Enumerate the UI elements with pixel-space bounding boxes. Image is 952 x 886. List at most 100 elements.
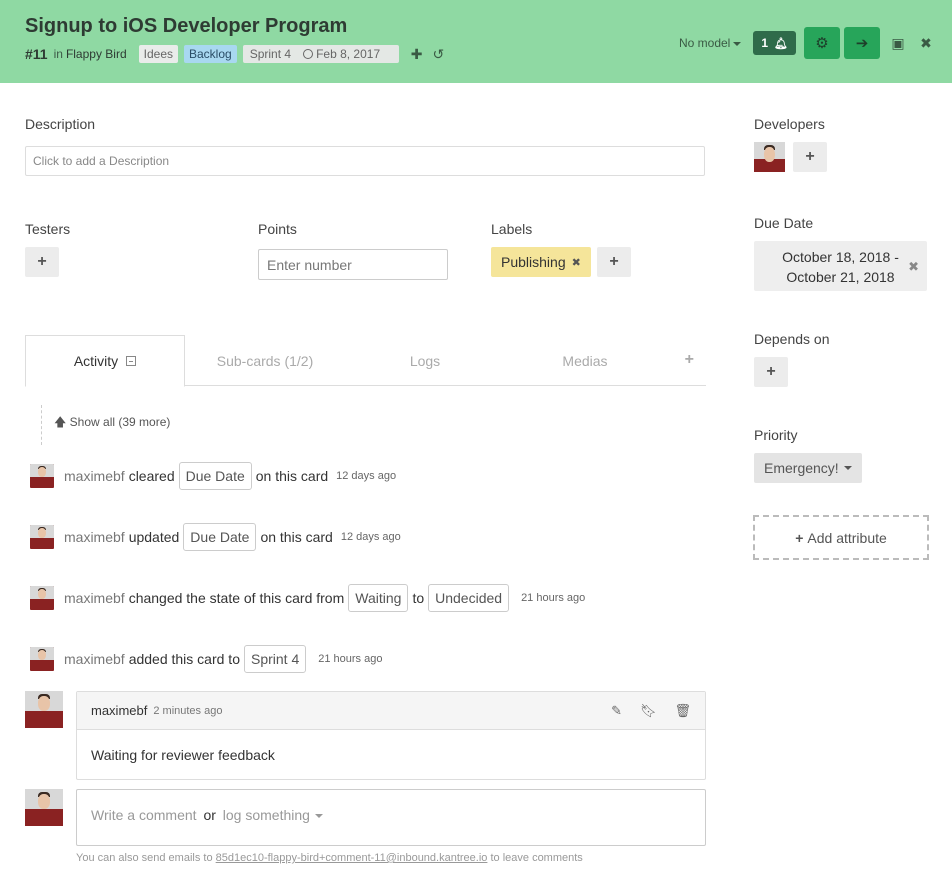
tab-activity[interactable]: Activity	[25, 335, 185, 387]
developers-label: Developers	[754, 116, 825, 132]
tab-subcards[interactable]: Sub-cards (1/2)	[185, 335, 345, 386]
activity-verb: cleared	[128, 468, 175, 484]
activity-user[interactable]: maximebf	[64, 468, 125, 484]
priority-label: Priority	[754, 427, 798, 443]
log-something-link[interactable]: log something	[223, 807, 310, 823]
due-date-label: Due Date	[754, 215, 814, 231]
card-title[interactable]: Signup to iOS Developer Program	[25, 15, 347, 38]
activity-chip: Sprint 4	[243, 645, 307, 673]
priority-value: Emergency!	[764, 460, 839, 476]
chevron-down-icon	[314, 814, 323, 819]
avatar[interactable]	[30, 586, 54, 610]
comment-header: maximebf 2 minutes ago ✎ 🔖︎ 🗑︎	[77, 692, 705, 730]
comment: maximebf 2 minutes ago ✎ 🔖︎ 🗑︎ Waiting f…	[76, 691, 706, 780]
add-dependency-button[interactable]: +	[754, 357, 788, 387]
plus-icon: +	[37, 253, 47, 270]
testers-label: Testers	[25, 221, 71, 237]
chevron-down-icon	[733, 41, 742, 46]
activity-item: maximebf changed the state of this card …	[30, 583, 585, 613]
bookmark-icon[interactable]: 🔖︎	[640, 703, 657, 719]
join-button[interactable]: ➔	[844, 27, 880, 59]
activity-time: 21 hours ago	[318, 653, 383, 665]
email-hint: You can also send emails to 85d1ec10-fla…	[76, 852, 583, 864]
avatar[interactable]	[30, 525, 54, 549]
activity-chip: Due Date	[183, 523, 257, 551]
activity-user[interactable]: maximebf	[64, 590, 125, 606]
remove-label-icon[interactable]: ✖	[572, 256, 581, 269]
activity-user[interactable]: maximebf	[64, 651, 125, 667]
trash-icon[interactable]: 🗑︎	[674, 703, 691, 719]
notifications-button[interactable]: 1 🔔︎	[753, 31, 796, 55]
close-button[interactable]: ✖	[912, 27, 940, 59]
settings-button[interactable]: ⚙	[804, 27, 840, 59]
gear-icon: ⚙	[815, 35, 829, 52]
card-meta: #11 in Flappy Bird Idees Backlog Sprint …	[25, 44, 444, 64]
history-icon[interactable]: ↺	[432, 46, 444, 63]
add-label-button[interactable]: +	[597, 247, 631, 277]
add-developer-button[interactable]: +	[793, 142, 827, 172]
tag-backlog[interactable]: Backlog	[184, 45, 237, 63]
priority-select[interactable]: Emergency!	[754, 453, 862, 483]
activity-verb: updated	[128, 529, 180, 545]
comment-tools: ✎ 🔖︎ 🗑︎	[611, 703, 691, 719]
sprint-date-box[interactable]: Sprint 4 Feb 8, 2017	[242, 45, 399, 63]
activity-user[interactable]: maximebf	[64, 529, 125, 545]
tab-medias[interactable]: Medias	[505, 335, 665, 386]
activity-item: maximebf added this card to Sprint 4 21 …	[30, 644, 382, 674]
depends-on-label: Depends on	[754, 331, 830, 347]
project-link[interactable]: Flappy Bird	[66, 47, 127, 61]
comment-user[interactable]: maximebf	[91, 703, 147, 718]
card-tabs: Activity Sub-cards (1/2) Logs Medias +	[25, 335, 706, 387]
tab-logs[interactable]: Logs	[345, 335, 505, 386]
activity-chip: Undecided	[428, 584, 510, 612]
tab-activity-label: Activity	[73, 353, 119, 369]
add-attribute-label: Add attribute	[807, 529, 887, 546]
activity-verb: changed the state of this card from	[128, 590, 345, 606]
description-label: Description	[25, 116, 96, 132]
points-input[interactable]: Enter number	[258, 249, 448, 280]
inbound-email-link[interactable]: 85d1ec10-flappy-bird+comment-11@inbound.…	[216, 852, 488, 864]
add-tab-icon[interactable]: +	[685, 351, 694, 369]
activity-item: maximebf updated Due Date on this card 1…	[30, 522, 401, 552]
activity-time: 12 days ago	[336, 470, 397, 482]
avatar[interactable]	[30, 464, 54, 488]
comment-composer[interactable]: Write a comment or log something	[76, 789, 706, 846]
plus-icon: +	[795, 529, 804, 546]
close-icon: ✖	[920, 34, 932, 51]
model-select[interactable]: No model	[679, 36, 742, 50]
card-number: #11	[25, 46, 48, 62]
activity-chip: Due Date	[178, 462, 252, 490]
chevron-down-icon	[843, 466, 852, 470]
add-attribute-button[interactable]: + Add attribute	[753, 515, 929, 560]
points-label: Points	[258, 221, 297, 237]
write-comment-link[interactable]: Write a comment	[91, 807, 197, 823]
developer-avatar[interactable]	[754, 142, 785, 172]
activity-rest: on this card	[260, 529, 333, 545]
activity-item: maximebf cleared Due Date on this card 1…	[30, 461, 396, 491]
bell-icon: 🔔︎	[774, 37, 788, 50]
notification-count: 1	[761, 36, 769, 50]
activity-rest: on this card	[255, 468, 329, 484]
collapse-icon[interactable]	[126, 356, 137, 366]
show-all-link[interactable]: 🡅︎ Show all (39 more)	[54, 413, 170, 434]
add-tester-button[interactable]: +	[25, 247, 59, 277]
activity-to: to	[412, 590, 425, 606]
activity-time: 12 days ago	[340, 531, 401, 543]
activity-verb: added this card to	[128, 651, 240, 667]
description-field[interactable]: Click to add a Description	[25, 146, 705, 176]
edit-icon[interactable]: ✎	[611, 703, 622, 719]
avatar[interactable]	[30, 647, 54, 671]
clear-due-date-icon[interactable]: ✖	[908, 257, 919, 277]
card-header: Signup to iOS Developer Program #11 in F…	[0, 0, 952, 83]
add-icon[interactable]: ✚	[411, 46, 423, 63]
due-date-start: October 18, 2018 -	[782, 249, 899, 265]
avatar[interactable]	[25, 691, 63, 728]
due-date-end: October 21, 2018	[786, 269, 895, 285]
fullscreen-button[interactable]: ▣	[884, 27, 912, 59]
due-date-field[interactable]: October 18, 2018 - October 21, 2018 ✖	[754, 241, 927, 291]
label-publishing[interactable]: Publishing ✖	[491, 247, 591, 277]
play-square-icon: ▣	[891, 34, 905, 51]
tag-idees[interactable]: Idees	[138, 45, 178, 63]
plus-icon: +	[805, 148, 815, 165]
label-text: Publishing	[501, 254, 566, 270]
